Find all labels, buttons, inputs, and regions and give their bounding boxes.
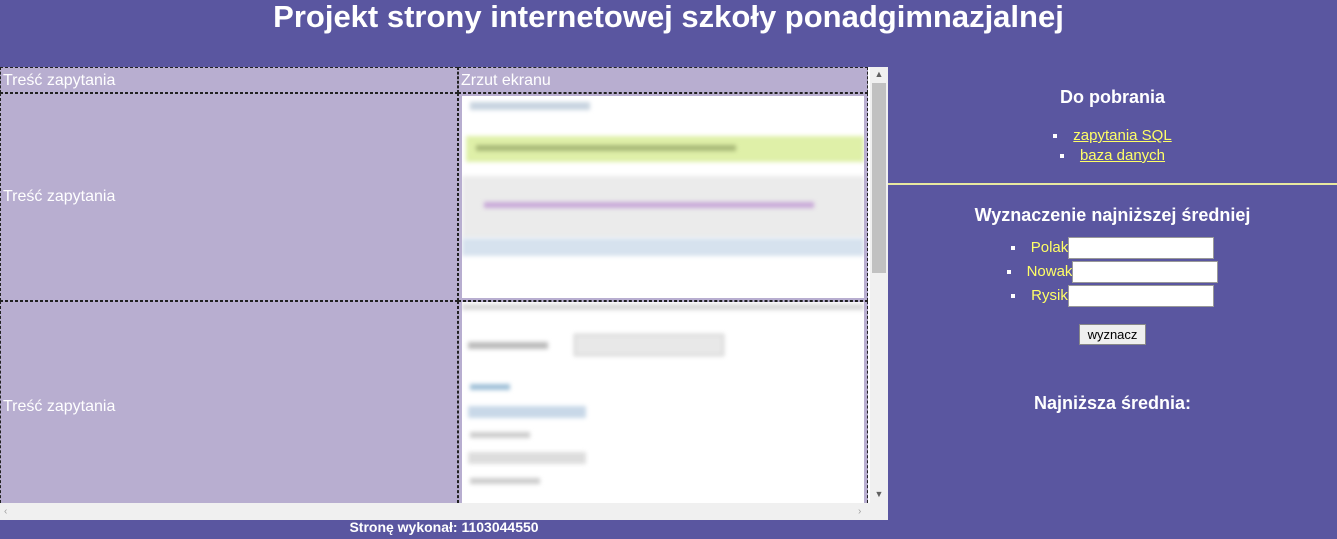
scroll-left-icon[interactable]: ‹ bbox=[4, 503, 7, 520]
downloads-title: Do pobrania bbox=[1059, 87, 1165, 107]
download-sql-link[interactable]: zapytania SQL bbox=[1073, 127, 1171, 144]
list-item: Polak bbox=[888, 236, 1337, 260]
screenshot-cell bbox=[458, 93, 868, 301]
screenshot-image bbox=[462, 302, 864, 503]
vertical-scrollbar[interactable]: ▲ ▼ bbox=[870, 67, 888, 503]
lowest-average-title: Wyznaczenie najniższej średniej bbox=[974, 205, 1251, 225]
page-title: Projekt strony internetowej szkoły ponad… bbox=[273, 0, 1064, 34]
rysik-input[interactable] bbox=[1067, 285, 1214, 308]
nowak-input[interactable] bbox=[1072, 261, 1219, 284]
list-item: Nowak bbox=[888, 260, 1337, 284]
screenshot-image bbox=[462, 96, 864, 298]
queries-table: Treść zapytania Zrzut ekranu Treść zapyt… bbox=[0, 67, 868, 503]
downloads-section: Do pobrania zapytania SQL baza danych bbox=[888, 87, 1337, 166]
query-cell: Treść zapytania bbox=[0, 301, 458, 503]
list-item: Rysik bbox=[888, 284, 1337, 308]
downloads-list: zapytania SQL baza danych bbox=[888, 126, 1337, 166]
column-header-query: Treść zapytania bbox=[0, 67, 458, 93]
polak-input[interactable] bbox=[1068, 237, 1215, 260]
table-row: Treść zapytania bbox=[0, 301, 868, 503]
student-label-rysik: Rysik bbox=[1031, 287, 1068, 304]
scrollbar-corner bbox=[870, 503, 888, 520]
lowest-average-section: Wyznaczenie najniższej średniej Polak No… bbox=[888, 205, 1337, 345]
sidebar: Do pobrania zapytania SQL baza danych Wy… bbox=[888, 67, 1337, 526]
query-cell: Treść zapytania bbox=[0, 93, 458, 301]
students-list: Polak Nowak Rysik bbox=[888, 236, 1337, 308]
horizontal-scrollbar[interactable]: ‹ › bbox=[0, 503, 870, 520]
column-header-screenshot: Zrzut ekranu bbox=[458, 67, 868, 93]
result-section: Najniższa średnia: bbox=[888, 393, 1337, 414]
download-database-link[interactable]: baza danych bbox=[1080, 147, 1165, 164]
main-panel: Treść zapytania Zrzut ekranu Treść zapyt… bbox=[0, 67, 888, 520]
table-header-row: Treść zapytania Zrzut ekranu bbox=[0, 67, 868, 93]
footer-credits: Stronę wykonał: 1103044550 bbox=[349, 519, 539, 535]
student-label-polak: Polak bbox=[1030, 239, 1069, 256]
page-header: Projekt strony internetowej szkoły ponad… bbox=[0, 0, 1337, 66]
screenshot-cell bbox=[458, 301, 868, 503]
scroll-up-icon[interactable]: ▲ bbox=[870, 67, 888, 81]
calculate-button[interactable]: wyznacz bbox=[1078, 324, 1147, 345]
scroll-down-icon[interactable]: ▼ bbox=[870, 487, 888, 501]
result-title: Najniższa średnia: bbox=[1033, 393, 1192, 413]
section-divider bbox=[888, 183, 1337, 185]
list-item: zapytania SQL bbox=[888, 126, 1337, 146]
list-item: baza danych bbox=[888, 146, 1337, 166]
scroll-right-icon[interactable]: › bbox=[858, 503, 861, 520]
student-label-nowak: Nowak bbox=[1026, 263, 1073, 280]
queries-table-scroll-area[interactable]: Treść zapytania Zrzut ekranu Treść zapyt… bbox=[0, 67, 870, 503]
table-row: Treść zapytania bbox=[0, 93, 868, 301]
scrollbar-thumb[interactable] bbox=[872, 83, 886, 273]
